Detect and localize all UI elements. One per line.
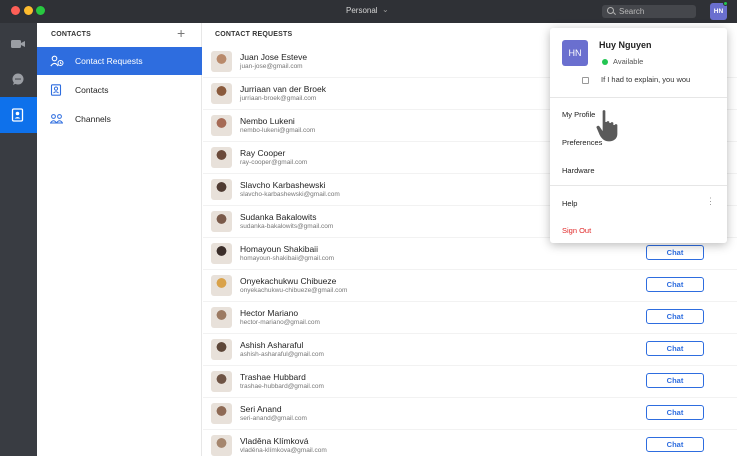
contact-name: Vladěna Klímková (240, 436, 309, 446)
avatar: HN (562, 40, 588, 66)
contact-email: nembo-lukeni@gmail.com (240, 127, 316, 134)
contact-name: Ashish Asharaful (240, 340, 304, 350)
minimize-window-button[interactable] (24, 6, 33, 15)
contact-name: Sudanka Bakalowits (240, 212, 317, 222)
contact-email: sudanka-bakalowits@gmail.com (240, 223, 334, 230)
chat-button[interactable]: Chat (646, 373, 704, 388)
contact-email: juan-jose@gmail.com (240, 63, 303, 70)
avatar (211, 115, 232, 136)
status-text[interactable]: Available (613, 57, 643, 66)
contact-email: jurriaan-broek@gmail.com (240, 95, 317, 102)
avatar (211, 275, 232, 296)
status-note-checkbox[interactable] (582, 77, 589, 84)
contact-name: Jurriaan van der Broek (240, 84, 326, 94)
contact-name: Nembo Lukeni (240, 116, 295, 126)
menu-divider (550, 97, 727, 98)
avatar (211, 435, 232, 456)
contact-email: homayoun-shakibaii@gmail.com (240, 255, 335, 262)
contact-name: Seri Anand (240, 404, 282, 414)
sidebar-item-contacts[interactable]: Contacts (37, 76, 202, 104)
contact-name: Onyekachukwu Chibueze (240, 276, 337, 286)
page-title: CONTACT REQUESTS (215, 31, 293, 38)
chevron-down-icon[interactable]: ⌄ (382, 5, 389, 14)
contact-email: vladěna-klímkova@gmail.com (240, 447, 327, 454)
close-window-button[interactable] (11, 6, 20, 15)
avatar (211, 403, 232, 424)
sidebar-header: CONTACTS (51, 31, 91, 38)
list-item[interactable]: Ashish Asharaful ashish-asharaful@gmail.c… (203, 334, 737, 366)
video-camera-icon (11, 40, 25, 48)
avatar (211, 307, 232, 328)
contact-requests-icon (50, 55, 64, 67)
chat-button[interactable]: Chat (646, 277, 704, 292)
search-input[interactable]: Search (602, 5, 696, 18)
sidebar-item-label: Contact Requests (75, 56, 143, 66)
contact-email: trashae-hubbard@gmail.com (240, 383, 324, 390)
avatar (211, 83, 232, 104)
chat-button[interactable]: Chat (646, 405, 704, 420)
rail-contacts[interactable] (0, 97, 37, 133)
profile-menu: HN Huy Nguyen Available If I had to expl… (550, 28, 727, 243)
title-bar: Personal ⌄ Search HN (0, 0, 737, 23)
list-item[interactable]: Onyekachukwu Chibueze onyekachukwu-chibue… (203, 270, 737, 302)
contacts-icon (11, 108, 24, 122)
sidebar-item-channels[interactable]: Channels (37, 105, 202, 133)
chat-button[interactable]: Chat (646, 341, 704, 356)
chat-button[interactable]: Chat (646, 309, 704, 324)
avatar (211, 51, 232, 72)
menu-item-help[interactable]: Help (562, 199, 577, 208)
sidebar-item-label: Channels (75, 114, 111, 124)
contact-email: ray-cooper@gmail.com (240, 159, 308, 166)
contact-email: seri-anand@gmail.com (240, 415, 307, 422)
nav-rail (0, 23, 37, 456)
list-item[interactable]: Vladěna Klímková vladěna-klímkova@gmail.c… (203, 430, 737, 456)
contact-email: slavcho-karbashewski@gmail.com (240, 191, 340, 198)
list-item[interactable]: Hector Mariano hector-mariano@gmail.com Ch… (203, 302, 737, 334)
contact-name: Ray Cooper (240, 148, 286, 158)
search-placeholder: Search (619, 7, 645, 16)
sidebar-item-contact-requests[interactable]: Contact Requests (37, 47, 202, 75)
status-dot (723, 1, 728, 6)
menu-divider (550, 185, 727, 186)
contacts-sidebar: CONTACTS + Contact Requests Contacts Cha… (37, 23, 202, 456)
chat-bubble-icon (12, 73, 24, 85)
avatar (211, 211, 232, 232)
list-item[interactable]: Trashae Hubbard trashae-hubbard@gmail.com… (203, 366, 737, 398)
status-note-input[interactable]: If I had to explain, you wou (601, 75, 725, 84)
contact-name: Hector Mariano (240, 308, 299, 318)
menu-item-sign-out[interactable]: Sign Out (562, 226, 591, 235)
chat-button[interactable]: Chat (646, 245, 704, 260)
hand-cursor-icon (595, 108, 619, 143)
avatar (211, 339, 232, 360)
search-icon (607, 7, 614, 14)
avatar (211, 243, 232, 264)
window-title[interactable]: Personal (346, 6, 378, 15)
menu-item-hardware[interactable]: Hardware (562, 166, 595, 175)
channels-icon (50, 114, 63, 124)
add-contact-button[interactable]: + (177, 25, 185, 41)
menu-item-my-profile[interactable]: My Profile (562, 110, 595, 119)
contact-name: Homayoun Shakibaii (240, 244, 318, 254)
avatar (211, 179, 232, 200)
available-status-icon (602, 59, 608, 65)
avatar (211, 371, 232, 392)
chat-button[interactable]: Chat (646, 437, 704, 452)
rail-meetings[interactable] (0, 26, 37, 62)
list-item[interactable]: Seri Anand seri-anand@gmail.com Chat (203, 398, 737, 430)
sidebar-item-label: Contacts (75, 85, 109, 95)
user-name: Huy Nguyen (599, 40, 652, 50)
more-options-icon[interactable]: ⋮ (706, 196, 715, 207)
rail-chat[interactable] (0, 61, 37, 97)
maximize-window-button[interactable] (36, 6, 45, 15)
contact-name: Trashae Hubbard (240, 372, 306, 382)
contact-name: Slavcho Karbashewski (240, 180, 326, 190)
contacts-book-icon (50, 84, 62, 96)
avatar (211, 147, 232, 168)
contact-email: hector-mariano@gmail.com (240, 319, 320, 326)
contact-email: ashish-asharaful@gmail.com (240, 351, 324, 358)
contact-name: Juan Jose Esteve (240, 52, 308, 62)
contact-email: onyekachukwu-chibueze@gmail.com (240, 287, 348, 294)
